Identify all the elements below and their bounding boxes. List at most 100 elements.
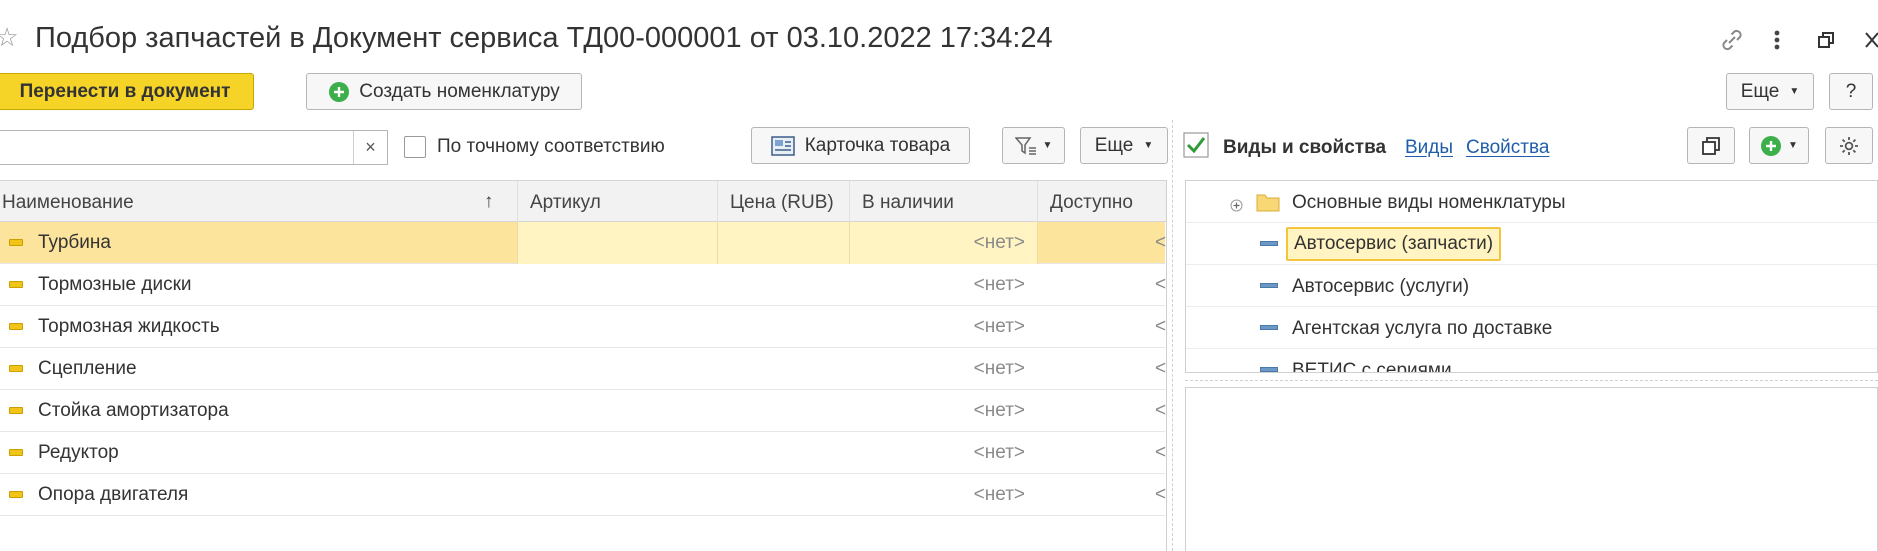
row-name: Стойка амортизатора [38,400,229,421]
tree-row[interactable]: Автосервис (запчасти) [1186,223,1877,265]
filter-button[interactable]: ▼ [1002,127,1065,164]
row-available: < [1155,442,1167,463]
column-header-article[interactable]: Артикул [530,192,601,214]
row-in-stock: <нет> [973,274,1025,295]
table-row[interactable]: Тормозная жидкость <нет> < [0,306,1167,348]
list-more-label: Еще [1094,134,1134,156]
table-row[interactable]: Опора двигателя <нет> < [0,474,1167,516]
item-marker-icon [9,239,23,246]
more-vertical-icon[interactable] [1770,28,1784,52]
help-label: ? [1845,80,1857,102]
exact-match-checkbox[interactable] [404,136,426,158]
tree-item-label: Автосервис (запчасти) [1286,227,1502,261]
table-row[interactable]: Редуктор <нет> < [0,432,1167,474]
tree-item-label: Автосервис (услуги) [1292,276,1470,297]
clear-icon: × [365,137,376,157]
row-name: Сцепление [38,358,137,379]
row-name: Турбина [38,232,111,253]
create-nomenclature-button[interactable]: Создать номенклатуру [306,73,582,110]
item-marker-icon [9,407,23,414]
column-header-name[interactable]: Наименование [2,192,134,214]
transfer-to-document-button[interactable]: Перенести в документ [0,73,254,110]
item-marker-icon [9,323,23,330]
table-row[interactable]: Турбина <нет> < [0,222,1167,264]
copy-icon [1700,135,1722,157]
panel-splitter[interactable] [1172,120,1173,551]
tree-row[interactable]: ВЕТИС с сериями [1186,349,1877,373]
tree-item-label: ВЕТИС с сериями [1292,360,1452,373]
tree-item-label: Агентская услуга по доставке [1292,318,1553,339]
gear-icon [1838,135,1860,157]
tree-row[interactable]: Автосервис (услуги) [1186,265,1877,307]
products-table: Наименование ↑ Артикул Цена (RUB) В нали… [0,180,1167,551]
add-property-button[interactable]: ▼ [1749,127,1809,164]
add-circle-icon [328,81,350,103]
folder-icon [1256,192,1280,212]
item-marker-icon [9,365,23,372]
row-in-stock: <нет> [973,400,1025,421]
product-card-label: Карточка товара [804,134,951,156]
restore-window-icon[interactable] [1816,30,1836,50]
row-in-stock: <нет> [973,442,1025,463]
create-nomenclature-label: Создать номенклатуру [359,80,560,102]
item-marker-icon [9,281,23,288]
row-in-stock: <нет> [973,232,1025,253]
table-row[interactable]: Сцепление <нет> < [0,348,1167,390]
caret-down-icon: ▼ [1788,140,1798,151]
row-available: < [1155,274,1167,295]
row-in-stock: <нет> [973,358,1025,379]
kinds-properties-title: Виды и свойства [1223,137,1387,158]
column-header-in-stock[interactable]: В наличии [862,192,954,214]
kinds-tree: Основные виды номенклатуры Автосервис (з… [1185,180,1878,373]
favorite-star-icon[interactable]: ☆ [0,22,20,52]
more-menu-button[interactable]: Еще ▼ [1726,73,1814,110]
tree-row[interactable]: Агентская услуга по доставке [1186,307,1877,349]
table-row[interactable]: Стойка амортизатора <нет> < [0,390,1167,432]
caret-down-icon: ▼ [1143,140,1154,151]
properties-link[interactable]: Свойства [1466,137,1549,159]
item-marker-icon [9,449,23,456]
properties-panel [1185,387,1878,551]
caret-down-icon: ▼ [1789,86,1800,97]
column-header-available[interactable]: Доступно [1050,192,1133,214]
sort-ascending-icon: ↑ [484,191,494,212]
search-input-wrapper: × [0,130,388,165]
list-more-button[interactable]: Еще ▼ [1080,127,1168,164]
row-available: < [1155,358,1167,379]
row-name: Редуктор [38,442,119,463]
product-card-icon [770,135,795,157]
panel-splitter-horizontal[interactable] [1185,380,1878,381]
kinds-link[interactable]: Виды [1405,137,1453,159]
clear-search-button[interactable]: × [353,131,387,164]
row-available: < [1155,400,1167,421]
kind-marker-icon [1260,325,1278,330]
kind-marker-icon [1260,241,1278,246]
row-available: < [1155,484,1167,505]
row-available: < [1155,232,1167,253]
link-icon[interactable] [1718,26,1746,54]
expand-plus-icon[interactable] [1230,196,1243,212]
row-in-stock: <нет> [973,484,1025,505]
kind-marker-icon [1260,283,1278,288]
column-header-price[interactable]: Цена (RUB) [730,192,834,214]
caret-down-icon: ▼ [1042,140,1053,151]
product-card-button[interactable]: Карточка товара [751,127,970,164]
kind-marker-icon [1260,367,1278,372]
more-menu-label: Еще [1740,80,1780,102]
row-in-stock: <нет> [973,316,1025,337]
row-name: Тормозные диски [38,274,192,295]
tree-row-root[interactable]: Основные виды номенклатуры [1186,181,1877,223]
item-marker-icon [9,491,23,498]
exact-match-label: По точному соответствию [437,136,665,157]
row-available: < [1155,316,1167,337]
search-input[interactable] [0,131,349,164]
kinds-properties-checkbox[interactable] [1183,132,1209,158]
copy-button[interactable] [1687,127,1735,164]
add-circle-icon [1760,135,1782,157]
transfer-to-document-label: Перенести в документ [19,80,231,102]
table-row[interactable]: Тормозные диски <нет> < [0,264,1167,306]
close-window-icon[interactable] [1864,30,1878,50]
help-button[interactable]: ? [1829,73,1873,110]
tree-item-label: Основные виды номенклатуры [1292,192,1566,213]
settings-button[interactable] [1825,127,1873,164]
